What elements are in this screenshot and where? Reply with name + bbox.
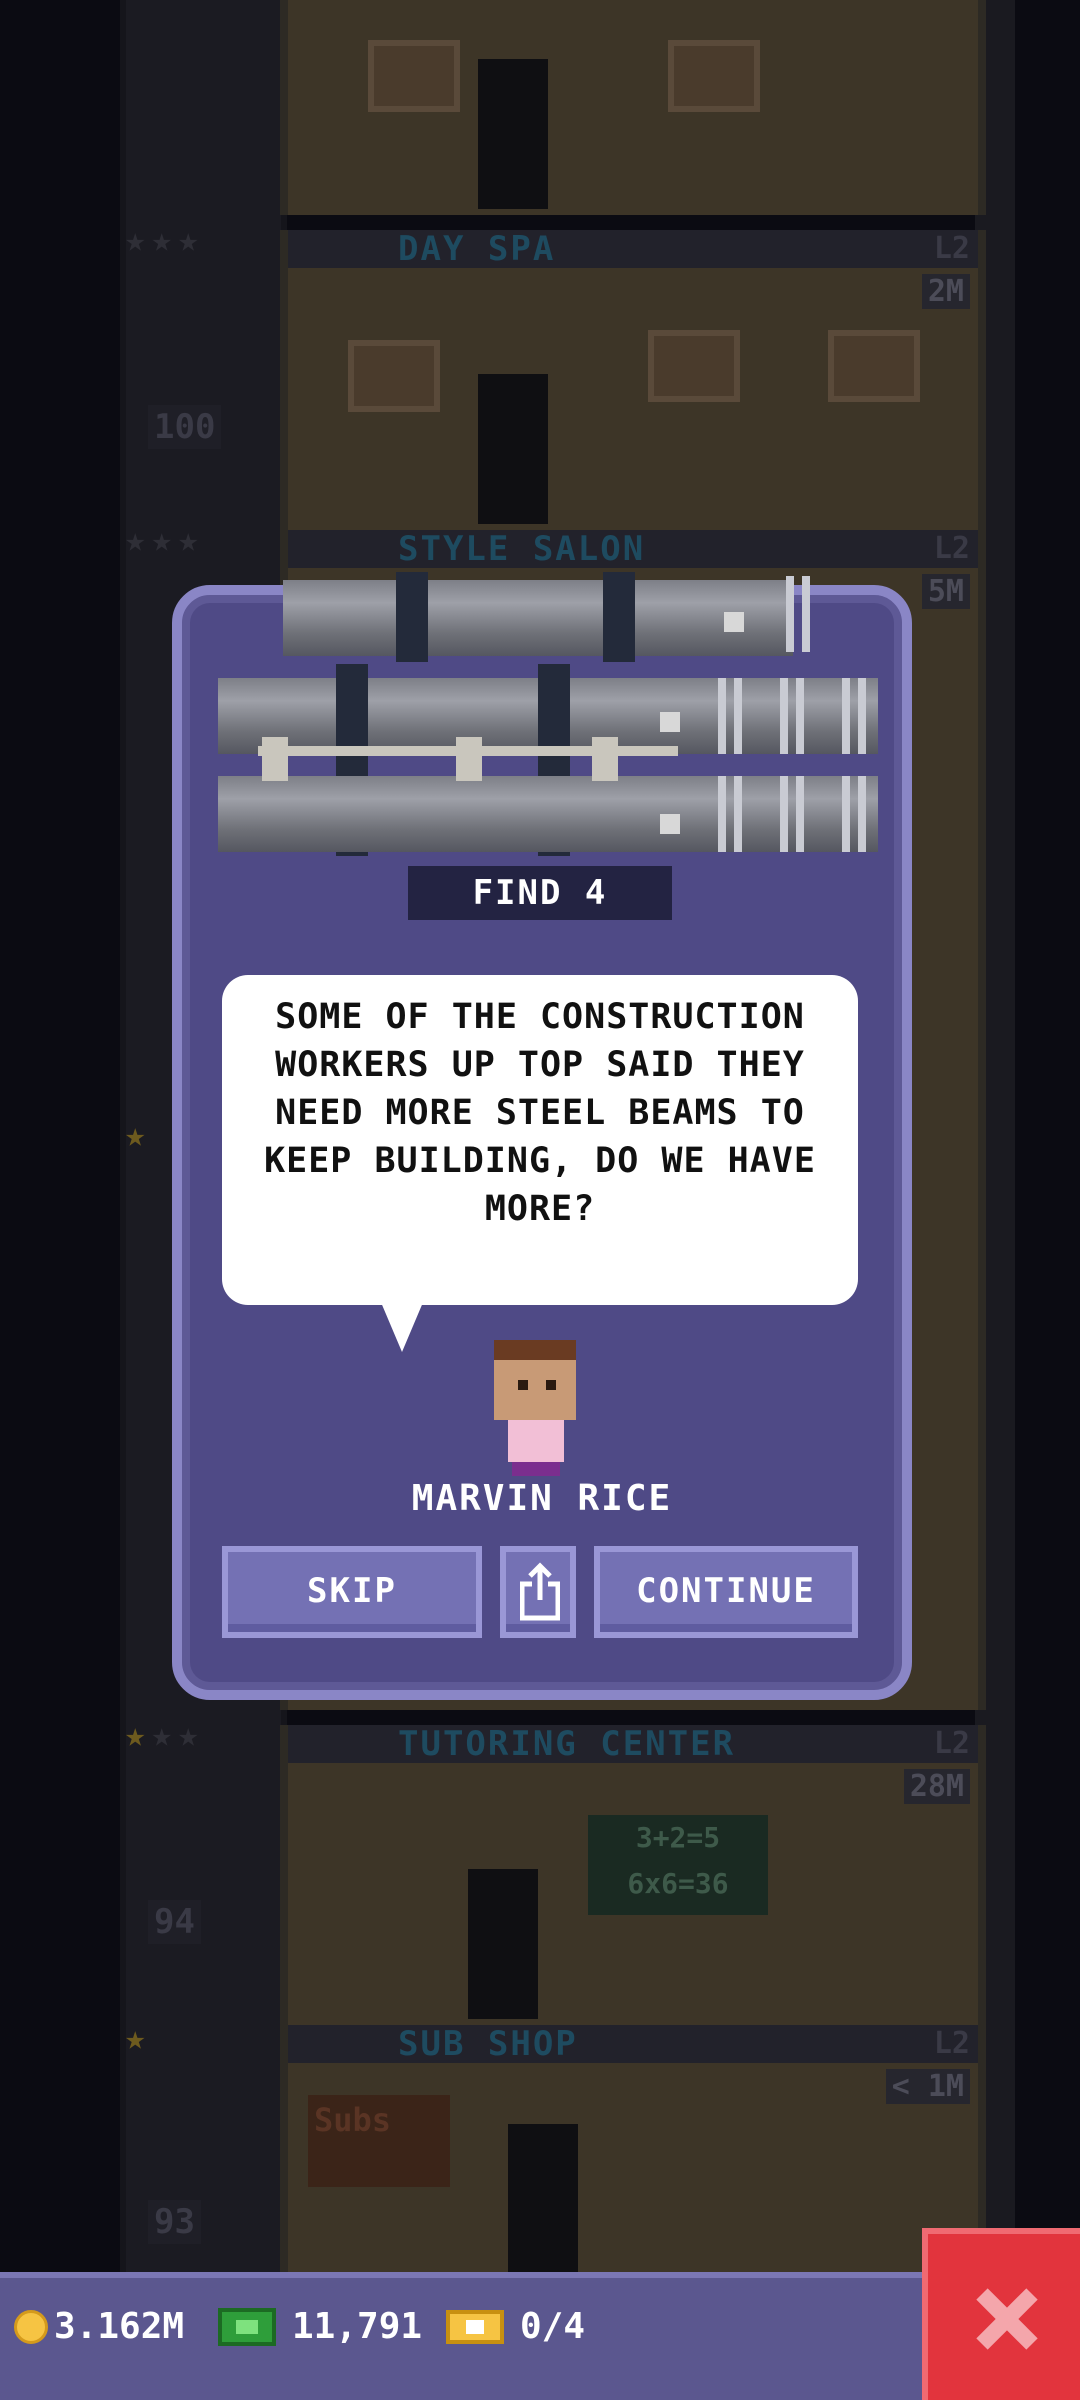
steel-beam [218,776,878,852]
coin-count: 3.162M [54,2306,185,2347]
steel-beam [283,580,793,656]
character-name: MARVIN RICE [411,1478,673,1519]
ibeam-end [786,576,810,652]
floor-tutoring-center[interactable]: TUTORING CENTER L2 28M 3+2=5 6x6=36 [280,1725,986,2025]
floor-day-spa[interactable]: DAY SPA L2 2M [280,230,986,530]
door [478,374,548,524]
floor-stars: ★★★ [125,1715,205,1755]
door [468,1869,538,2019]
bolt [660,814,680,834]
floor-level: L2 [933,2026,970,2061]
ibeam-end [718,678,742,754]
floor-level: L2 [933,531,970,566]
sub-sign: Subs [308,2095,450,2187]
chalkboard: 3+2=5 6x6=36 [588,1815,768,1915]
close-icon [976,2288,1038,2350]
speech-text: SOME OF THE CONSTRUCTION WORKERS UP TOP … [264,997,816,1229]
character-avatar [490,1340,580,1480]
ibeam-end [780,776,804,852]
continue-button[interactable]: CONTINUE [594,1546,858,1638]
wall-art [668,40,760,112]
tower-bux-icon [218,2308,276,2346]
floor-name: STYLE SALON [288,530,978,568]
close-button[interactable] [922,2228,1080,2400]
bolt [456,737,482,781]
bux-count: 11,791 [292,2306,423,2347]
floor-stars: ★★★ [125,220,205,260]
ibeam-end [842,776,866,852]
floor-level: L2 [933,231,970,266]
golden-ticket-icon [446,2310,504,2344]
bolt [262,737,288,781]
chalkboard-line: 3+2=5 [635,1821,721,1854]
floor-upper[interactable] [280,0,986,215]
skip-button[interactable]: SKIP [222,1546,482,1638]
find-count-badge: FIND 4 [408,866,672,920]
wall-art [368,40,460,112]
floor-price: 28M [903,1769,970,1804]
floor-name: DAY SPA [288,230,978,268]
avatar-eye [518,1380,528,1390]
speech-bubble: SOME OF THE CONSTRUCTION WORKERS UP TOP … [222,975,858,1305]
floor-number: 100 [148,405,222,449]
door [508,2124,578,2274]
floor-number: 94 [148,1900,201,1944]
avatar-body [508,1420,564,1462]
door [478,59,548,209]
ibeam-end [780,678,804,754]
wall-art [648,330,740,402]
bolt [592,737,618,781]
wall-art [828,330,920,402]
floor-stars: ★★★ [125,520,205,560]
bolt [660,712,680,732]
floor-stars: ★ [125,2018,152,2058]
ibeam-end [842,678,866,754]
chalkboard-line: 6x6=36 [627,1867,729,1900]
floor-number: 93 [148,2200,201,2244]
floor-stars: ★ [125,1115,152,1155]
wall-art [348,340,440,412]
floor-price: 5M [921,574,970,609]
ticket-count: 0/4 [520,2306,586,2347]
speech-bubble-tail [380,1300,424,1352]
ibeam-end [718,776,742,852]
floor-name: SUB SHOP [288,2025,978,2063]
floor-price: < 1M [885,2069,970,2104]
share-button[interactable] [500,1546,576,1638]
bolt [724,612,744,632]
coin-icon [14,2310,48,2344]
floor-level: L2 [933,1726,970,1761]
avatar-face [494,1360,576,1420]
floor-sub-shop[interactable]: SUB SHOP L2 < 1M Subs [280,2025,986,2280]
beam-clamp [603,572,635,662]
status-bar: 3.162M 11,791 0/4 [0,2272,930,2400]
share-icon [520,1562,560,1621]
steel-beams-illustration [198,572,888,862]
floor-name: TUTORING CENTER [288,1725,978,1763]
avatar-eye [546,1380,556,1390]
avatar-legs [512,1462,560,1476]
floor-price: 2M [921,274,970,309]
beam-clamp [396,572,428,662]
